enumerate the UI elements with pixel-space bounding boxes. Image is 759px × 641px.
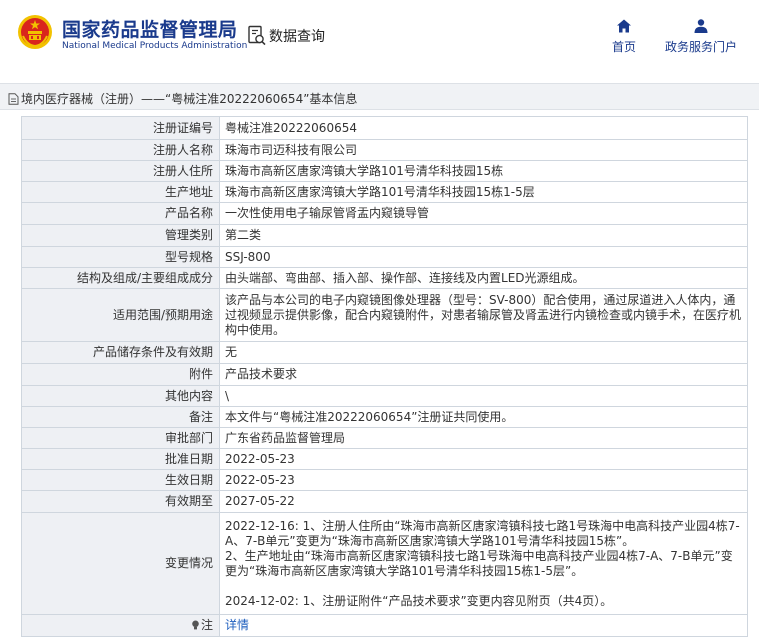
breadcrumb-text: 境内医疗器械（注册）——“粤械注准20222060654”基本信息 — [21, 92, 358, 106]
field-value: SSJ-800 — [219, 246, 748, 268]
table-row: 生产地址 珠海市高新区唐家湾镇大学路101号清华科技园15栋1-5层 — [21, 181, 748, 203]
change-entry: 2024-12-02: 1、注册证附件“产品技术要求”变更内容见附页（共4页）。 — [225, 593, 613, 608]
field-value: 2022-05-23 — [219, 469, 748, 491]
breadcrumb: 境内医疗器械（注册）——“粤械注准20222060654”基本信息 — [8, 90, 357, 107]
field-value: 2027-05-22 — [219, 490, 748, 513]
table-row: 附件 产品技术要求 — [21, 363, 748, 386]
data-query-icon — [248, 25, 266, 46]
nav-home[interactable]: 首页 — [606, 18, 642, 55]
field-value: 粤械注准20222060654 — [219, 116, 748, 140]
table-row: 管理类别 第二类 — [21, 224, 748, 247]
field-value: 一次性使用电子输尿管肾盂内窥镜导管 — [219, 202, 748, 225]
user-icon — [694, 19, 708, 33]
table-row: 产品储存条件及有效期 无 — [21, 341, 748, 364]
change-entry: 2022-12-16: 1、注册人住所由“珠海市高新区唐家湾镇科技七路1号珠海中… — [225, 518, 740, 548]
table-row: 变更情况 2022-12-16: 1、注册人住所由“珠海市高新区唐家湾镇科技七路… — [21, 512, 748, 615]
field-value: 珠海市高新区唐家湾镇大学路101号清华科技园15栋 — [219, 160, 748, 182]
data-query-label: 数据查询 — [269, 29, 325, 45]
brand-title-en: National Medical Products Administration — [62, 41, 248, 51]
nav-service-portal[interactable]: 政务服务门户 — [660, 18, 742, 55]
field-label: 结构及组成/主要组成成分 — [21, 267, 220, 289]
national-emblem-icon — [18, 15, 52, 49]
table-row: 生效日期 2022-05-23 — [21, 469, 748, 491]
field-label: 注 — [21, 614, 220, 637]
field-value: 2022-05-23 — [219, 448, 748, 470]
breadcrumb-bar: 境内医疗器械（注册）——“粤械注准20222060654”基本信息 — [0, 83, 759, 110]
table-row: 审批部门 广东省药品监督管理局 — [21, 427, 748, 449]
change-history: 2022-12-16: 1、注册人住所由“珠海市高新区唐家湾镇科技七路1号珠海中… — [219, 512, 748, 615]
field-label: 适用范围/预期用途 — [21, 288, 220, 342]
brand-title-cn: 国家药品监督管理局 — [62, 19, 238, 41]
field-label: 型号规格 — [21, 246, 220, 268]
field-label: 生效日期 — [21, 469, 220, 491]
field-label: 变更情况 — [21, 512, 220, 615]
table-row: 备注 本文件与“粤械注准20222060654”注册证共同使用。 — [21, 406, 748, 428]
note-label: 注 — [200, 618, 213, 632]
table-row: 批准日期 2022-05-23 — [21, 448, 748, 470]
document-icon — [8, 93, 19, 105]
field-label: 审批部门 — [21, 427, 220, 449]
field-label: 备注 — [21, 406, 220, 428]
table-row: 结构及组成/主要组成成分 由头端部、弯曲部、插入部、操作部、连接线及内置LED光… — [21, 267, 748, 289]
field-value: 广东省药品监督管理局 — [219, 427, 748, 449]
table-row: 注册人住所 珠海市高新区唐家湾镇大学路101号清华科技园15栋 — [21, 160, 748, 182]
table-row: 产品名称 一次性使用电子输尿管肾盂内窥镜导管 — [21, 202, 748, 225]
field-value: 无 — [219, 341, 748, 364]
field-label: 注册人住所 — [21, 160, 220, 182]
field-value: 产品技术要求 — [219, 363, 748, 386]
change-entry: 2、生产地址由“珠海市高新区唐家湾镇科技七路1号珠海中电高科技产业园4栋7-A、… — [225, 548, 733, 578]
field-label: 产品储存条件及有效期 — [21, 341, 220, 364]
table-row: 适用范围/预期用途 该产品与本公司的电子内窥镜图像处理器（型号：SV-800）配… — [21, 288, 748, 342]
field-label: 产品名称 — [21, 202, 220, 225]
field-value: 该产品与本公司的电子内窥镜图像处理器（型号：SV-800）配合使用，通过尿道进入… — [219, 288, 748, 342]
nav-home-label: 首页 — [611, 40, 636, 54]
lightbulb-icon — [192, 620, 199, 630]
site-header: 国家药品监督管理局 National Medical Products Admi… — [0, 0, 759, 70]
table-row: 其他内容 \ — [21, 385, 748, 407]
device-info-table: 注册证编号 粤械注准20222060654 注册人名称 珠海市司迈科技有限公司 … — [21, 116, 748, 637]
field-value: 详情 — [219, 614, 748, 637]
field-label: 有效期至 — [21, 490, 220, 513]
field-value: 珠海市司迈科技有限公司 — [219, 139, 748, 161]
field-label: 注册人名称 — [21, 139, 220, 161]
table-row: 注 详情 — [21, 614, 748, 637]
field-value: 第二类 — [219, 224, 748, 247]
field-value: 本文件与“粤械注准20222060654”注册证共同使用。 — [219, 406, 748, 428]
field-label: 管理类别 — [21, 224, 220, 247]
details-link[interactable]: 详情 — [225, 618, 249, 632]
table-row: 注册证编号 粤械注准20222060654 — [21, 116, 748, 140]
field-value: \ — [219, 385, 748, 407]
table-row: 型号规格 SSJ-800 — [21, 246, 748, 268]
field-label: 生产地址 — [21, 181, 220, 203]
nav-portal-label: 政务服务门户 — [664, 40, 737, 54]
field-label: 附件 — [21, 363, 220, 386]
home-icon — [617, 19, 631, 33]
table-row: 注册人名称 珠海市司迈科技有限公司 — [21, 139, 748, 161]
table-row: 有效期至 2027-05-22 — [21, 490, 748, 513]
field-label: 注册证编号 — [21, 116, 220, 140]
field-value: 珠海市高新区唐家湾镇大学路101号清华科技园15栋1-5层 — [219, 181, 748, 203]
field-label: 批准日期 — [21, 448, 220, 470]
field-value: 由头端部、弯曲部、插入部、操作部、连接线及内置LED光源组成。 — [219, 267, 748, 289]
field-label: 其他内容 — [21, 385, 220, 407]
